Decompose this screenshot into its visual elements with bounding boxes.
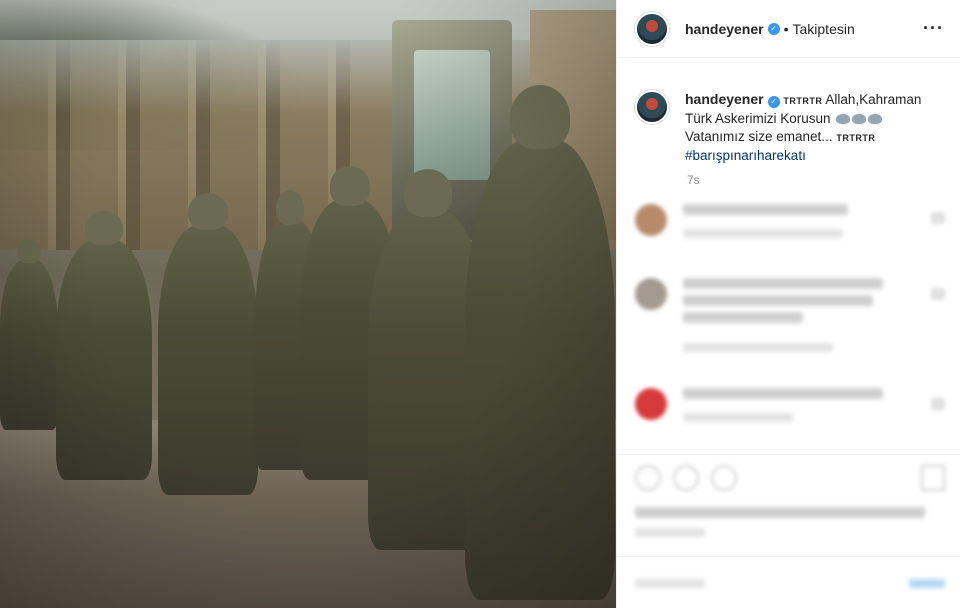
blurred-comment-text <box>683 388 883 399</box>
image-vignette <box>0 0 616 608</box>
caption-avatar[interactable] <box>635 90 669 124</box>
separator-dot: • <box>783 20 789 37</box>
blurred-comment-text <box>683 204 848 215</box>
caption-line-1: Allah,Kahraman <box>822 92 922 107</box>
comment-avatar[interactable] <box>635 278 667 310</box>
comment <box>635 204 955 244</box>
caption-timestamp: 7s <box>687 173 700 187</box>
caption: handeyener ✓ TRTRTR Allah,Kahraman Türk A… <box>617 58 960 165</box>
comment-like-icon[interactable] <box>931 398 945 410</box>
caption-line-3: Vatanımız size emanet... <box>685 129 837 144</box>
like-icon[interactable] <box>635 465 661 491</box>
post-actions <box>617 454 960 544</box>
post-comment-button[interactable] <box>909 579 945 588</box>
blurred-comment-text <box>683 278 883 289</box>
verified-badge-icon: ✓ <box>767 22 780 35</box>
comment-like-icon[interactable] <box>931 212 945 224</box>
post-sidebar: handeyener ✓ • Takiptesin ··· handeyener… <box>616 0 960 608</box>
bookmark-icon[interactable] <box>921 465 945 491</box>
flag-emoji-text: TRTRTR <box>836 133 876 143</box>
comment-input[interactable] <box>635 579 705 588</box>
follow-status-button[interactable]: Takiptesin <box>793 21 855 37</box>
blurred-comment-meta <box>683 413 793 422</box>
emoji-icon <box>868 114 883 124</box>
post-header: handeyener ✓ • Takiptesin ··· <box>617 0 960 58</box>
post-image[interactable] <box>0 0 616 608</box>
comment-icon[interactable] <box>673 465 699 491</box>
blurred-comment-meta <box>683 343 833 352</box>
verified-badge-icon: ✓ <box>767 96 780 108</box>
hashtag-link[interactable]: #barışpınarıharekatı <box>685 148 806 163</box>
emoji-icon <box>836 114 851 124</box>
comment <box>635 278 955 358</box>
header-username[interactable]: handeyener <box>685 21 764 37</box>
avatar[interactable] <box>635 11 669 46</box>
caption-line-2: Türk Askerimizi Korusun <box>685 111 835 126</box>
caption-text: handeyener ✓ TRTRTR Allah,Kahraman Türk A… <box>685 90 942 165</box>
liked-by <box>635 507 935 543</box>
flag-emoji-text: TRTRTR <box>783 96 823 106</box>
add-comment-bar[interactable] <box>617 556 960 608</box>
comment-like-icon[interactable] <box>931 288 945 300</box>
comment <box>635 388 955 428</box>
comment-avatar[interactable] <box>635 388 667 420</box>
blurred-likes-text <box>635 507 925 518</box>
blurred-comment-text <box>683 312 803 323</box>
more-options-icon[interactable]: ··· <box>923 18 944 39</box>
emoji-icon <box>852 114 867 124</box>
blurred-comment-text <box>683 295 873 306</box>
caption-username[interactable]: handeyener <box>685 91 764 107</box>
blurred-comment-meta <box>683 229 843 238</box>
blurred-date <box>635 528 705 537</box>
comment-avatar[interactable] <box>635 204 667 236</box>
share-icon[interactable] <box>711 465 737 491</box>
